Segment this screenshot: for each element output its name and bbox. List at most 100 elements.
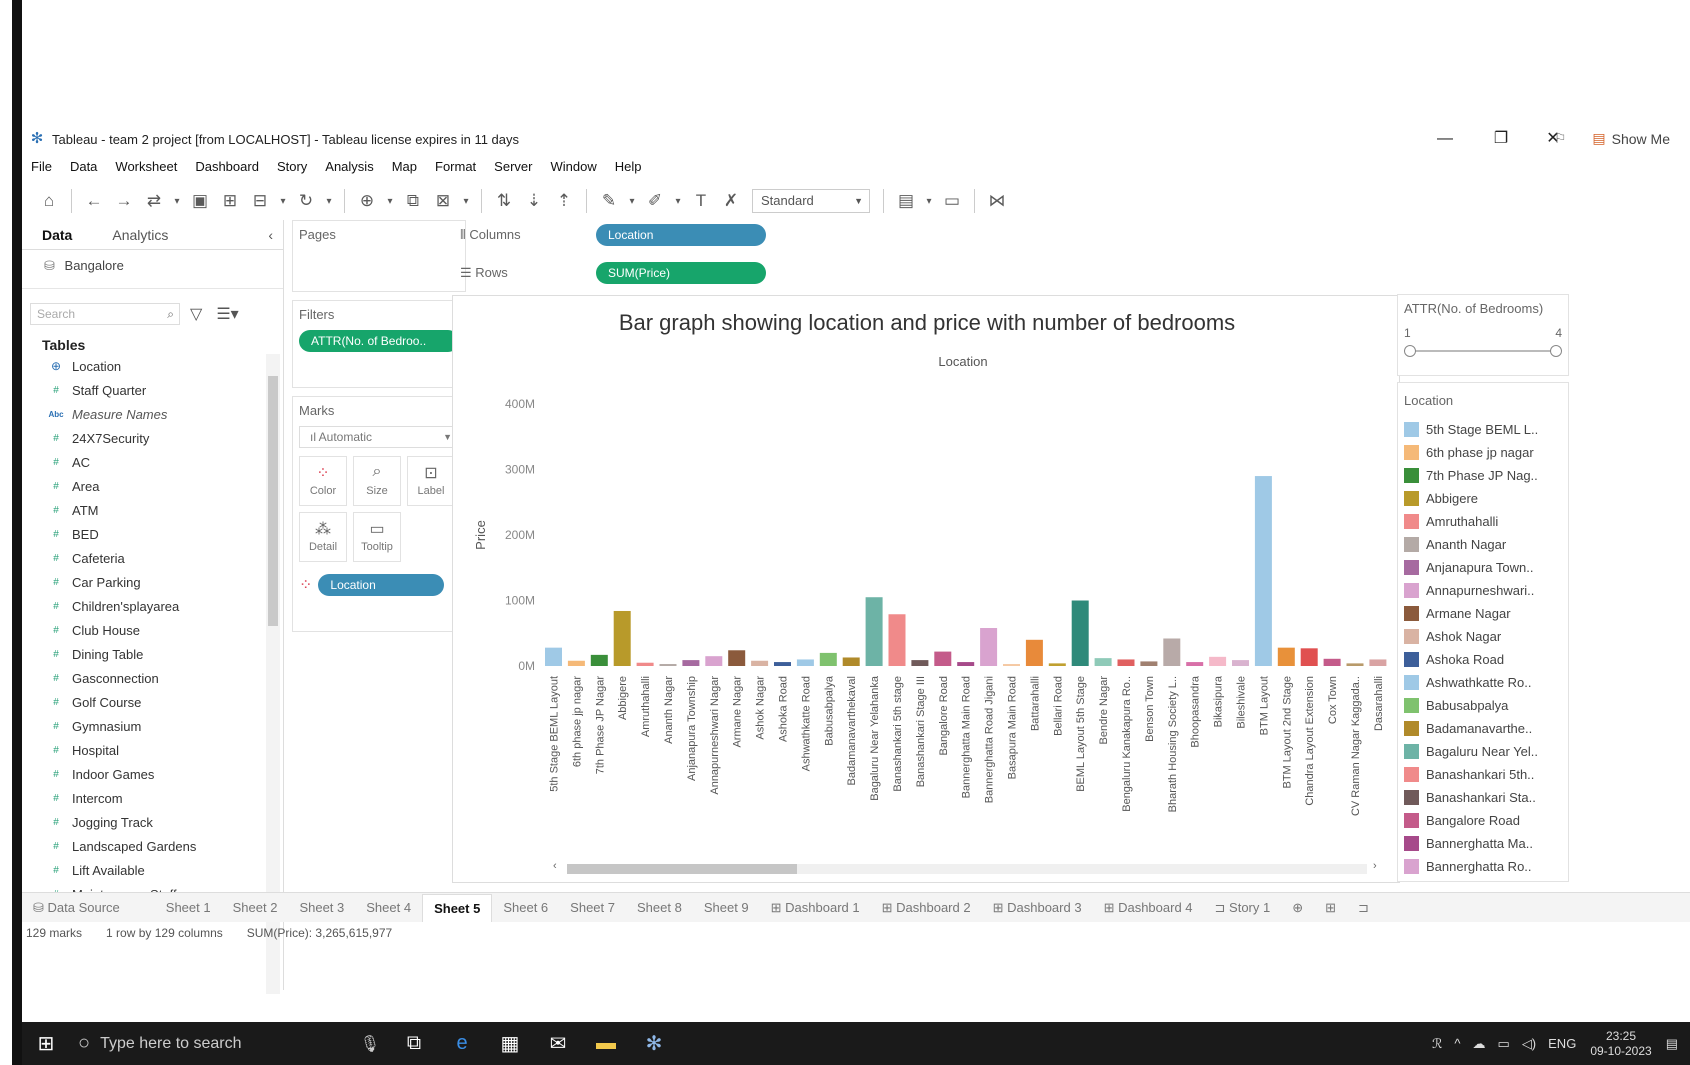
bar-mark[interactable] bbox=[1232, 660, 1249, 666]
bar-mark[interactable] bbox=[774, 662, 791, 666]
new-story-icon[interactable]: ⊐ bbox=[1347, 894, 1380, 922]
tab-sheet[interactable]: Sheet 4 bbox=[355, 894, 422, 922]
bar-mark[interactable] bbox=[1254, 476, 1272, 666]
bar-mark[interactable] bbox=[980, 628, 998, 666]
legend-item[interactable]: 7th Phase JP Nag.. bbox=[1404, 464, 1562, 487]
bar-mark[interactable] bbox=[705, 656, 723, 666]
sort-descending-icon[interactable]: ⇡ bbox=[549, 186, 579, 216]
slider-min-handle[interactable] bbox=[1404, 345, 1416, 357]
legend-item[interactable]: 5th Stage BEML L.. bbox=[1404, 418, 1562, 441]
legend-item[interactable]: Amruthahalli bbox=[1404, 510, 1562, 533]
tab-data-source[interactable]: ⛁ Data Source bbox=[22, 894, 131, 922]
menu-window[interactable]: Window bbox=[541, 156, 605, 178]
bar-mark[interactable] bbox=[728, 650, 746, 666]
chevron-down-icon[interactable]: ▾ bbox=[169, 186, 185, 216]
bar-mark[interactable] bbox=[1369, 659, 1387, 666]
volume-icon[interactable]: ◁) bbox=[1522, 1036, 1536, 1052]
chevron-down-icon[interactable]: ▾ bbox=[670, 186, 686, 216]
bar-mark[interactable] bbox=[911, 660, 929, 666]
columns-shelf[interactable]: ⦀ Columns Location bbox=[450, 220, 1690, 250]
undo-icon[interactable]: ← bbox=[79, 186, 109, 216]
field-item[interactable]: # Dining Table bbox=[22, 642, 264, 666]
show-cards-icon[interactable]: ▤ bbox=[891, 186, 921, 216]
replace-data-icon[interactable]: ⇄ bbox=[139, 186, 169, 216]
filter-pill[interactable]: ATTR(No. of Bedroo.. bbox=[299, 330, 459, 352]
menu-analysis[interactable]: Analysis bbox=[316, 156, 382, 178]
collapse-pane-icon[interactable]: ‹ bbox=[258, 220, 283, 249]
chevron-down-icon[interactable]: ▾ bbox=[624, 186, 640, 216]
chevron-down-icon[interactable]: ▾ bbox=[921, 186, 937, 216]
marks-location-pill[interactable]: Location bbox=[318, 574, 445, 596]
tab-sheet[interactable]: Sheet 9 bbox=[693, 894, 760, 922]
scroll-right-icon[interactable]: › bbox=[1373, 860, 1377, 872]
mail-icon[interactable]: ✉ bbox=[534, 1022, 582, 1065]
tooltip-button[interactable]: ▭ Tooltip bbox=[353, 512, 401, 562]
field-item[interactable]: # Landscaped Gardens bbox=[22, 834, 264, 858]
legend-item[interactable]: Bangalore Road bbox=[1404, 809, 1562, 832]
new-worksheet-icon[interactable]: ⊕ bbox=[1281, 894, 1314, 922]
bar-mark[interactable] bbox=[636, 662, 654, 666]
fit-select[interactable]: Standard ▼ bbox=[752, 189, 870, 213]
tab-sheet[interactable]: Sheet 1 bbox=[155, 894, 222, 922]
bar-mark[interactable] bbox=[888, 614, 906, 666]
new-dashboard-icon[interactable]: ⊞ bbox=[1314, 894, 1347, 922]
chevron-down-icon[interactable]: ▾ bbox=[275, 186, 291, 216]
chevron-down-icon[interactable]: ▾ bbox=[458, 186, 474, 216]
bar-mark[interactable] bbox=[1003, 664, 1020, 666]
tab-dashboard[interactable]: ⊞ Dashboard 2 bbox=[871, 894, 982, 922]
bar-mark[interactable] bbox=[1277, 647, 1295, 666]
horizontal-scrollbar[interactable]: ‹ › bbox=[553, 860, 1383, 876]
new-worksheet-icon[interactable]: ⊟ bbox=[245, 186, 275, 216]
people-icon[interactable]: ℛ bbox=[1432, 1036, 1442, 1052]
scrollbar-thumb[interactable] bbox=[268, 376, 278, 626]
file-explorer-icon[interactable]: ▬ bbox=[582, 1022, 630, 1065]
view-options-icon[interactable]: ☰▾ bbox=[216, 304, 238, 324]
bar-mark[interactable] bbox=[1346, 663, 1364, 666]
bar-mark[interactable] bbox=[1140, 661, 1158, 666]
tab-sheet[interactable]: Sheet 3 bbox=[288, 894, 355, 922]
legend-item[interactable]: Armane Nagar bbox=[1404, 602, 1562, 625]
bar-mark[interactable] bbox=[796, 659, 814, 666]
legend-item[interactable]: Bagaluru Near Yel.. bbox=[1404, 740, 1562, 763]
menu-format[interactable]: Format bbox=[426, 156, 485, 178]
tab-sheet[interactable]: Sheet 2 bbox=[222, 894, 289, 922]
rows-shelf[interactable]: ☰ Rows SUM(Price) bbox=[450, 258, 1690, 288]
datasource-item[interactable]: ⛁ Bangalore bbox=[22, 250, 283, 282]
bedrooms-range-slider[interactable] bbox=[1404, 344, 1562, 358]
show-labels-icon[interactable]: T bbox=[686, 186, 716, 216]
field-item[interactable]: ⊕ Location bbox=[22, 354, 264, 378]
detail-button[interactable]: ⁂ Detail bbox=[299, 512, 347, 562]
menu-file[interactable]: File bbox=[22, 156, 61, 178]
sort-ascending-icon[interactable]: ⇣ bbox=[519, 186, 549, 216]
bar-mark[interactable] bbox=[1300, 648, 1318, 666]
field-item[interactable]: # Cafeteria bbox=[22, 546, 264, 570]
highlight-icon[interactable]: ✎ bbox=[594, 186, 624, 216]
legend-item[interactable]: Bannerghatta Ro.. bbox=[1404, 855, 1562, 878]
bar-mark[interactable] bbox=[1209, 656, 1227, 666]
menu-map[interactable]: Map bbox=[383, 156, 426, 178]
tab-sheet[interactable]: Sheet 8 bbox=[626, 894, 693, 922]
tab-data[interactable]: Data bbox=[22, 220, 92, 249]
field-item[interactable]: # Club House bbox=[22, 618, 264, 642]
bar-mark[interactable] bbox=[1163, 638, 1181, 666]
bar-mark[interactable] bbox=[659, 664, 677, 666]
tab-sheet[interactable]: Sheet 6 bbox=[492, 894, 559, 922]
field-item[interactable]: # Jogging Track bbox=[22, 810, 264, 834]
bar-mark[interactable] bbox=[934, 651, 952, 666]
presentation-mode-icon[interactable]: ▭ bbox=[937, 186, 967, 216]
field-item[interactable]: # Car Parking bbox=[22, 570, 264, 594]
field-item[interactable]: # Area bbox=[22, 474, 264, 498]
bar-mark[interactable] bbox=[682, 660, 700, 666]
bar-mark[interactable] bbox=[842, 657, 860, 666]
field-item[interactable]: # Gasconnection bbox=[22, 666, 264, 690]
bar-mark[interactable] bbox=[1186, 662, 1204, 666]
language-indicator[interactable]: ENG bbox=[1548, 1036, 1576, 1051]
bar-mark[interactable] bbox=[1094, 658, 1112, 666]
field-item[interactable]: # Staff Quarter bbox=[22, 378, 264, 402]
add-sheet-icon[interactable]: ⊕ bbox=[352, 186, 382, 216]
search-input[interactable]: Search ⌕ bbox=[30, 303, 180, 325]
bar-mark[interactable] bbox=[819, 652, 837, 666]
rows-pill[interactable]: SUM(Price) bbox=[596, 262, 766, 284]
fix-axes-icon[interactable]: ✗ bbox=[716, 186, 746, 216]
legend-item[interactable]: 6th phase jp nagar bbox=[1404, 441, 1562, 464]
